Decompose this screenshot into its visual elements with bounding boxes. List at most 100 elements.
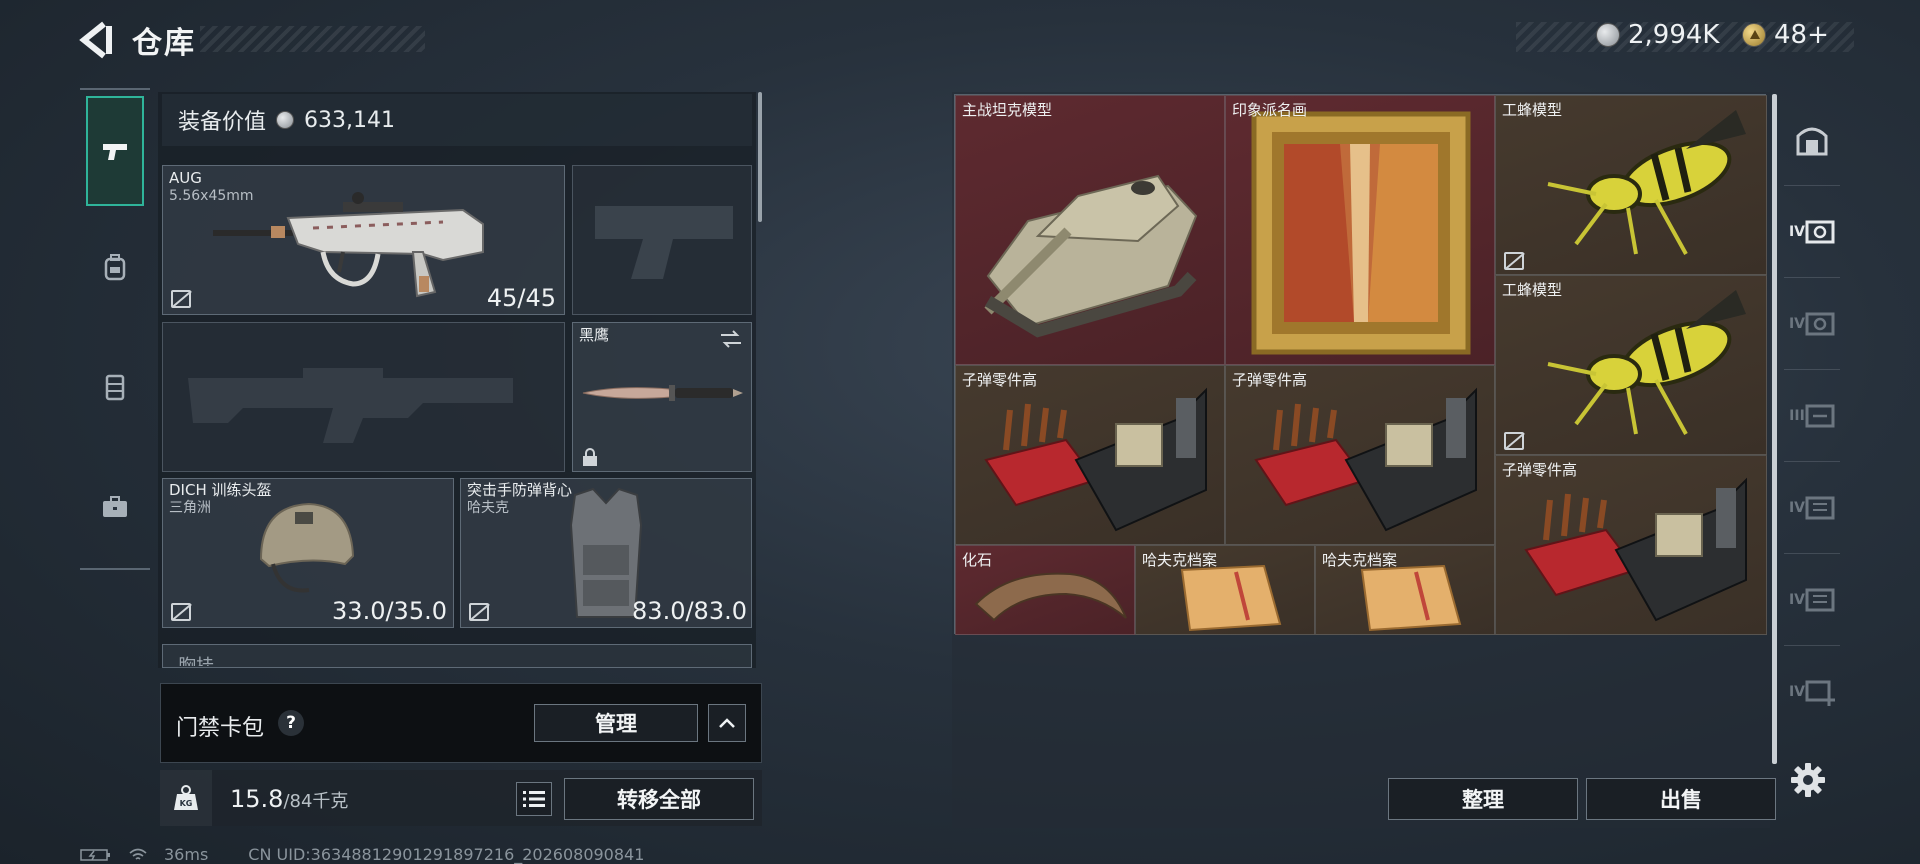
melee-slot[interactable]: 黑鹰 [572, 322, 752, 472]
equipment-value-label: 装备价值 [178, 110, 267, 135]
aug-rifle-image [213, 192, 484, 298]
container-rail: IV IV III IV IV IV [1784, 94, 1840, 834]
storage-item[interactable]: 哈夫克档案 [1135, 545, 1315, 635]
no-insurance-icon [1504, 252, 1524, 270]
item-name: 工蜂模型 [1502, 281, 1563, 299]
item-name: 印象派名画 [1232, 101, 1308, 119]
chest-rig-icon [105, 374, 125, 401]
item-name: 子弹零件高 [1502, 461, 1578, 479]
battery-icon [80, 848, 110, 861]
container-box-2[interactable]: IV [1784, 278, 1840, 370]
storage-box-icon [1805, 312, 1835, 335]
gold-amount: 48+ [1774, 20, 1829, 50]
lock-icon [583, 448, 597, 466]
rifle-silhouette-icon [188, 368, 513, 443]
container-tier: IV [1788, 684, 1806, 700]
storage-item[interactable]: 子弹零件高 [1225, 365, 1495, 545]
secondary-weapon-slot-empty[interactable] [162, 322, 565, 472]
tab-chest-rig[interactable] [86, 332, 144, 442]
primary-weapon-slot[interactable]: AUG 5.56x45mm 45/45 [162, 165, 565, 315]
no-insurance-icon [469, 603, 489, 621]
container-box-3[interactable]: III [1784, 370, 1840, 462]
storage-item[interactable]: 工蜂模型 [1495, 95, 1767, 275]
transfer-all-button[interactable]: 转移全部 [564, 778, 754, 820]
title-stripe [200, 26, 425, 52]
weight-icon-box: KG [160, 770, 212, 826]
list-view-button[interactable] [516, 782, 552, 816]
carry-weight-value: 15.8 [230, 785, 284, 813]
tab-pouch[interactable] [86, 452, 144, 562]
chest-rig-slot[interactable] [162, 644, 752, 668]
back-arrow-icon[interactable] [78, 20, 112, 60]
storage-item[interactable]: 子弹零件高 [1495, 455, 1767, 635]
silver-amount: 2,994K [1628, 20, 1720, 50]
helmet-image [259, 502, 355, 593]
storage-item[interactable]: 主战坦克模型 [955, 95, 1225, 365]
wasp-model-image [1547, 290, 1746, 435]
storage-item[interactable]: 子弹零件高 [955, 365, 1225, 545]
keycard-label: 门禁卡包 [176, 716, 265, 741]
armor-slot[interactable]: 突击手防弹背心 哈夫克 83.0/83.0 [460, 478, 752, 628]
storage-scrollbar[interactable] [1772, 94, 1777, 764]
container-box-1[interactable]: IV [1784, 186, 1840, 278]
armor-name: 突击手防弹背心 [467, 481, 573, 499]
equipment-scrollbar[interactable] [758, 92, 762, 222]
silver-currency: 2,994K [1596, 20, 1719, 50]
weight-icon: KG [174, 785, 198, 810]
add-box-icon [1805, 680, 1836, 706]
ping-text: 36ms [164, 845, 209, 864]
storage-item[interactable]: 印象派名画 [1225, 95, 1495, 365]
storage-item[interactable]: 工蜂模型 [1495, 275, 1767, 455]
no-insurance-icon [171, 290, 191, 308]
dossier-folder-image [1180, 564, 1282, 632]
container-tier: IV [1788, 591, 1806, 608]
container-tier: IV [1788, 223, 1806, 240]
pistol-silhouette-icon [595, 206, 733, 279]
sell-button[interactable]: 出售 [1586, 778, 1776, 820]
ammo-parts-image [984, 387, 1207, 532]
wasp-model-image [1547, 110, 1746, 255]
armor-durability: 83.0/83.0 [632, 597, 747, 625]
chest-rig-label: 胸挂 [178, 652, 214, 666]
uid-text: CN UID:363488129012918972​16_20260809084… [248, 845, 645, 864]
item-name: 主战坦克模型 [962, 101, 1053, 119]
backpack-icon [104, 254, 126, 281]
settings-gear-icon[interactable] [1790, 762, 1826, 798]
ammo-parts-image [1254, 387, 1477, 532]
weapon-name: AUG [169, 169, 202, 187]
item-name: 子弹零件高 [1232, 371, 1308, 389]
silver-coin-icon [1596, 23, 1620, 47]
swap-icon[interactable] [719, 329, 743, 349]
list-icon [523, 791, 545, 807]
carry-weight: 15.8/84千克 [230, 785, 348, 813]
knife-image [582, 385, 743, 401]
carry-weight-cap: /84千克 [283, 791, 349, 812]
tab-weapons[interactable] [86, 96, 144, 206]
dossier-folder-image [1360, 564, 1462, 632]
container-box-5[interactable]: IV [1784, 554, 1840, 646]
keycard-help-button[interactable]: ? [278, 710, 304, 736]
storage-item[interactable]: 化石 [955, 545, 1135, 635]
storage-box-icon [1805, 588, 1835, 611]
armor-faction: 哈夫克 [467, 500, 509, 516]
gold-currency[interactable]: 48+ [1742, 20, 1829, 50]
container-add-box[interactable]: IV [1784, 646, 1840, 738]
container-safe-box[interactable] [1784, 94, 1840, 186]
storage-box-icon [1805, 496, 1835, 519]
tidy-button[interactable]: 整理 [1388, 778, 1578, 820]
equipment-value-row: 装备价值 633,141 [162, 94, 752, 146]
keycard-expand-button[interactable] [708, 704, 746, 742]
silver-coin-icon [276, 111, 295, 129]
helmet-slot[interactable]: DICH 训练头盔 三角洲 33.0/35.0 [162, 478, 454, 628]
storage-item[interactable]: 哈夫克档案 [1315, 545, 1495, 635]
item-name: 哈夫克档案 [1142, 551, 1218, 569]
sidearm-slot-empty[interactable] [572, 165, 752, 315]
container-box-4[interactable]: IV [1784, 462, 1840, 554]
tab-backpack[interactable] [86, 212, 144, 322]
status-line: 36ms CN UID:363488129012918972​16_202608… [80, 845, 644, 864]
weight-icon-text: KG [180, 799, 193, 808]
item-name: 工蜂模型 [1502, 101, 1563, 119]
keycard-manage-button[interactable]: 管理 [534, 704, 698, 742]
item-name: 子弹零件高 [962, 371, 1038, 389]
ammo-parts-image [1524, 477, 1747, 622]
